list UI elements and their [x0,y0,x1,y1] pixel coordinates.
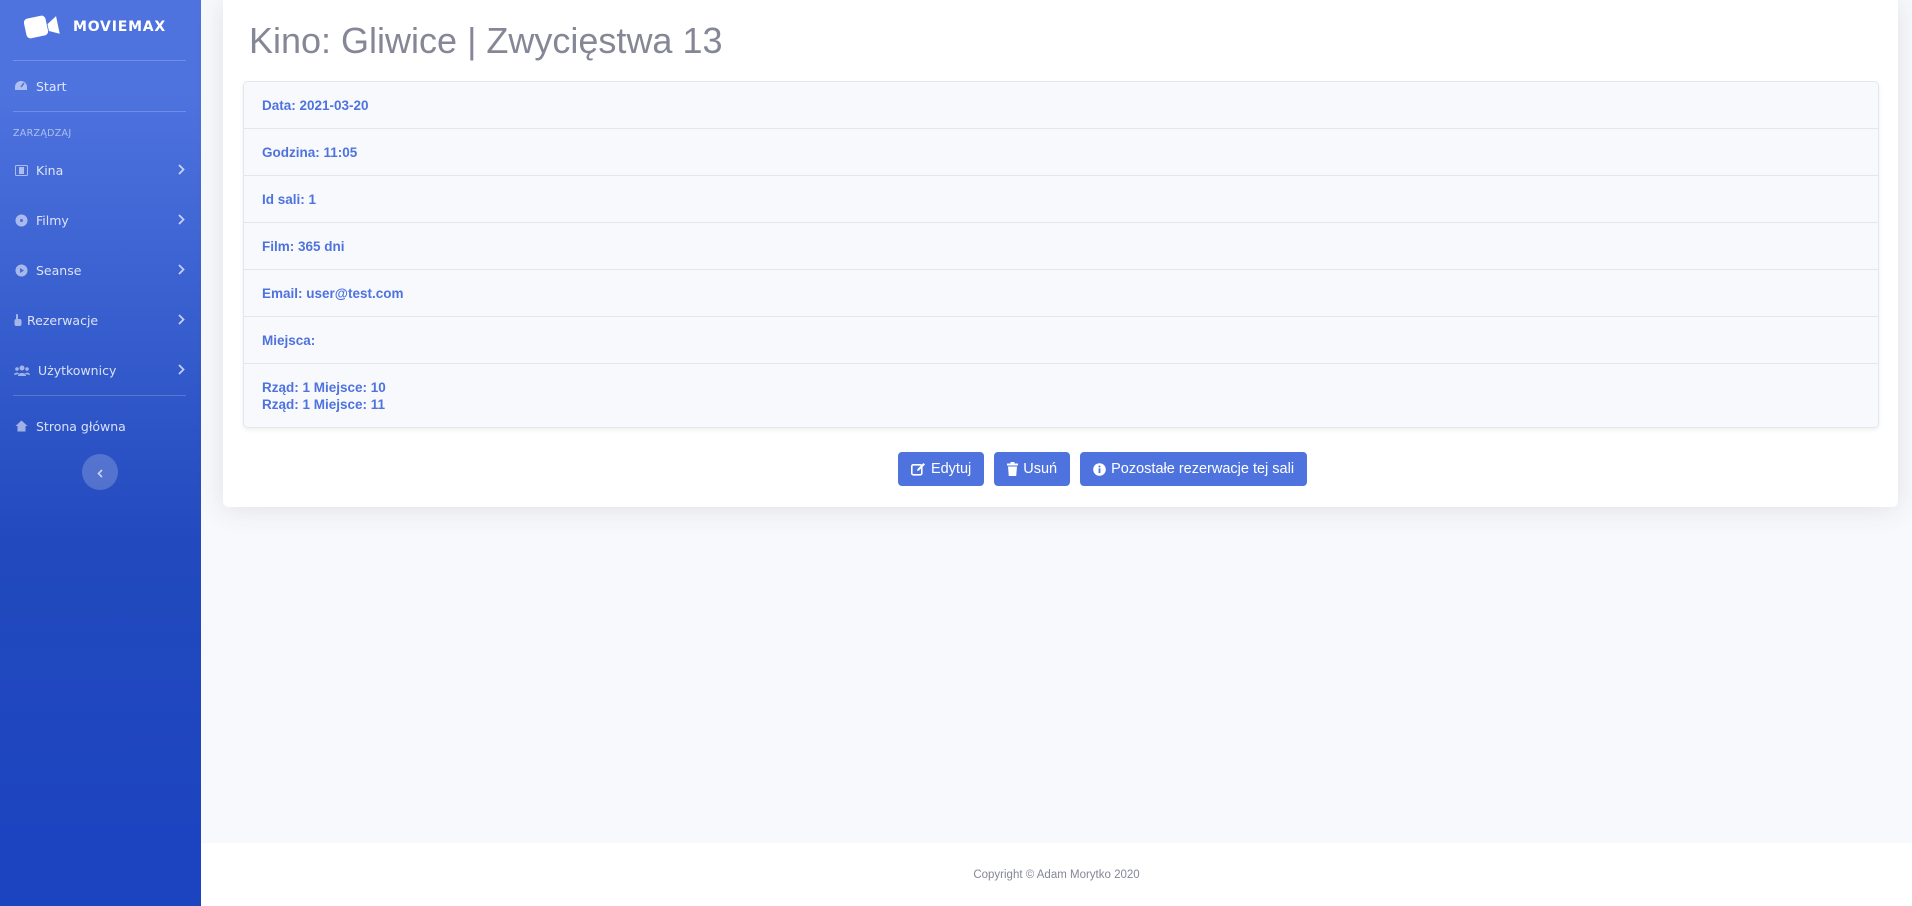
list-item-email: Email: user@test.com [244,270,1878,317]
home-icon [14,419,28,433]
sidebar-item-label: Strona główna [36,418,126,434]
info-circle-icon [1093,462,1106,476]
sidebar-item-seanse[interactable]: Seanse [0,245,201,295]
sidebar-item-start[interactable]: Start [0,61,201,111]
list-item-time: Godzina: 11:05 [244,129,1878,176]
film-reel-icon [14,213,28,227]
seat-entry: Rząd: 1 Miejsce: 11 [262,396,386,412]
sidebar: MOVIEMAX Start ZARZĄDZAJ Kina Filmy Sean… [0,0,201,906]
delete-button[interactable]: Usuń [994,452,1071,486]
sidebar-item-label: Start [36,78,67,94]
chevron-right-icon [178,363,185,378]
chevron-right-icon [178,163,185,178]
other-reservations-button[interactable]: Pozostałe rezerwacje tej sali [1080,452,1308,486]
chevron-right-icon [178,263,185,278]
sidebar-toggle-button[interactable] [82,454,118,490]
page-title: Kino: Gliwice | Zwycięstwa 13 [249,20,723,61]
reservation-card: Kino: Gliwice | Zwycięstwa 13 Data: 2021… [223,0,1898,507]
seat-entry: Rząd: 1 Miejsce: 10 [262,379,386,395]
sidebar-item-label: Kina [36,162,64,178]
list-item-hall: Id sali: 1 [244,176,1878,223]
list-item-seats-label: Miejsca: [244,317,1878,364]
sidebar-item-home[interactable]: Strona główna [0,401,201,451]
brand-name: MOVIEMAX [73,19,167,35]
sidebar-item-label: Użytkownicy [38,362,117,378]
sidebar-divider [13,395,186,396]
content-wrapper: Kino: Gliwice | Zwycięstwa 13 Data: 2021… [201,0,1912,843]
chevron-left-icon [97,463,103,482]
brand-link[interactable]: MOVIEMAX [0,0,201,54]
sidebar-divider [13,111,186,112]
footer: Copyright © Adam Morytko 2020 [201,843,1912,906]
sidebar-item-label: Filmy [36,212,69,228]
other-reservations-button-label: Pozostałe rezerwacje tej sali [1111,461,1295,477]
sidebar-item-rezerwacje[interactable]: Rezerwacje [0,295,201,345]
sidebar-item-uzytkownicy[interactable]: Użytkownicy [0,345,201,395]
sidebar-heading: ZARZĄDZAJ [13,128,72,139]
tachometer-icon [14,79,28,93]
edit-button-label: Edytuj [930,461,972,477]
sidebar-item-label: Seanse [36,262,82,278]
film-icon [14,163,28,177]
edit-button[interactable]: Edytuj [897,452,985,486]
chevron-right-icon [178,313,185,328]
users-icon [14,363,30,377]
delete-button-label: Usuń [1023,461,1058,477]
video-camera-icon [24,13,60,41]
trash-icon [1007,462,1019,476]
reservation-details-list: Data: 2021-03-20 Godzina: 11:05 Id sali:… [243,81,1879,428]
sidebar-item-kina[interactable]: Kina [0,145,201,195]
hand-pointer-icon [14,313,22,327]
list-item-film: Film: 365 dni [244,223,1878,270]
action-buttons: Edytuj Usuń Pozostałe rezerwacje tej sal… [223,452,1898,486]
edit-icon [910,462,926,476]
copyright-text: Copyright © Adam Morytko 2020 [973,868,1140,881]
sidebar-item-label: Rezerwacje [27,312,99,328]
chevron-right-icon [178,213,185,228]
list-item-date: Data: 2021-03-20 [244,82,1878,129]
play-circle-icon [14,263,28,277]
sidebar-item-filmy[interactable]: Filmy [0,195,201,245]
list-item-seats: Rząd: 1 Miejsce: 10 Rząd: 1 Miejsce: 11 [244,364,1878,427]
